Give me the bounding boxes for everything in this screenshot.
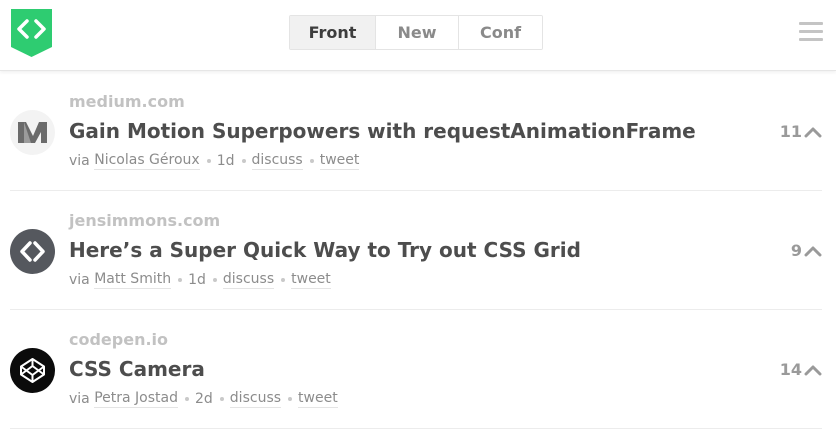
tweet-link[interactable]: tweet <box>319 152 360 170</box>
top-header: Front New Conf <box>0 0 836 71</box>
list-item: medium.com Gain Motion Superpowers with … <box>10 72 822 191</box>
tab-conf[interactable]: Conf <box>458 16 542 49</box>
separator-dot <box>288 397 293 401</box>
post-meta: via Nicolas Géroux 1d discuss tweet <box>69 152 360 170</box>
upvote-button[interactable]: 9 <box>791 241 822 260</box>
code-brackets-icon[interactable] <box>11 9 52 57</box>
tweet-link[interactable]: tweet <box>291 271 331 289</box>
upvote-button[interactable]: 14 <box>780 360 822 379</box>
tab-front[interactable]: Front <box>290 16 375 49</box>
discuss-link[interactable]: discuss <box>251 152 303 170</box>
via-label: via <box>69 153 90 169</box>
author-link[interactable]: Nicolas Géroux <box>94 152 200 170</box>
feed-tabs: Front New Conf <box>289 15 543 50</box>
post-age: 2d <box>195 391 213 407</box>
chevron-up-icon <box>804 127 822 137</box>
separator-dot <box>281 278 286 282</box>
post-age: 1d <box>188 272 206 288</box>
hamburger-menu-icon[interactable] <box>799 22 823 42</box>
separator-dot <box>206 159 211 163</box>
post-title[interactable]: CSS Camera <box>69 357 205 381</box>
discuss-link[interactable]: discuss <box>222 271 275 289</box>
separator-dot <box>219 397 224 401</box>
post-title[interactable]: Here’s a Super Quick Way to Try out CSS … <box>69 238 581 262</box>
post-meta: via Petra Jostad 2d discuss tweet <box>69 390 338 408</box>
medium-logo-icon[interactable] <box>10 110 55 155</box>
separator-dot <box>178 278 183 282</box>
post-domain: jensimmons.com <box>69 211 221 230</box>
separator-dot <box>185 397 189 401</box>
via-label: via <box>69 272 90 288</box>
post-title[interactable]: Gain Motion Superpowers with requestAnim… <box>69 119 696 143</box>
vote-count: 14 <box>779 360 802 379</box>
separator-dot <box>241 159 246 163</box>
list-item: codepen.io CSS Camera via Petra Jostad 2… <box>10 310 822 429</box>
separator-dot <box>212 278 217 282</box>
upvote-button[interactable]: 11 <box>780 122 822 141</box>
separator-dot <box>309 159 314 163</box>
tweet-link[interactable]: tweet <box>298 390 338 408</box>
post-list: medium.com Gain Motion Superpowers with … <box>0 72 836 429</box>
discuss-link[interactable]: discuss <box>229 390 282 408</box>
tab-new[interactable]: New <box>375 16 458 49</box>
code-brackets-icon[interactable] <box>10 229 55 274</box>
chevron-up-icon <box>804 246 822 256</box>
vote-count: 9 <box>790 241 802 260</box>
vote-count: 11 <box>779 122 802 141</box>
post-domain: codepen.io <box>69 330 169 349</box>
post-domain: medium.com <box>69 92 185 111</box>
list-item: jensimmons.com Here’s a Super Quick Way … <box>10 191 822 310</box>
author-link[interactable]: Petra Jostad <box>94 390 178 408</box>
author-link[interactable]: Matt Smith <box>94 271 172 289</box>
codepen-logo-icon[interactable] <box>10 348 55 393</box>
post-meta: via Matt Smith 1d discuss tweet <box>69 271 331 289</box>
post-age: 1d <box>216 153 235 169</box>
via-label: via <box>69 391 90 407</box>
chevron-up-icon <box>804 365 822 375</box>
